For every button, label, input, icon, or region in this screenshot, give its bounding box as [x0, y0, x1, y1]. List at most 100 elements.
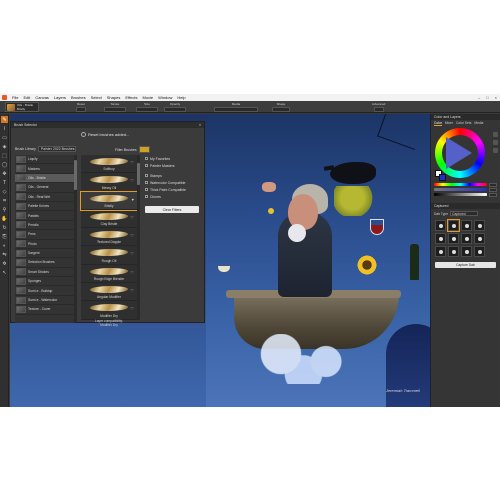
category-item[interactable]: Sumi-e - Buildup	[15, 286, 74, 296]
reset-tool-icon[interactable]	[76, 107, 86, 112]
favorite-icon[interactable]: ♡	[130, 306, 134, 311]
tab-media[interactable]: Media	[474, 121, 483, 125]
category-item[interactable]: Palette Knives	[15, 202, 74, 212]
shape-controls[interactable]	[272, 107, 290, 112]
category-item[interactable]: Sargent	[15, 249, 74, 259]
stroke-selector[interactable]	[104, 107, 126, 112]
category-item[interactable]: Sponges	[15, 277, 74, 287]
variant-item-selected[interactable]: ♥ Bristly	[80, 190, 138, 211]
dab-type-dropdown[interactable]: Captured	[450, 211, 479, 216]
variant-scrollbar[interactable]	[137, 155, 140, 320]
menu-canvas[interactable]: Canvas	[35, 95, 49, 100]
checkbox[interactable]	[145, 164, 148, 167]
tab-color[interactable]: Color	[434, 121, 442, 126]
advanced-controls-icon[interactable]	[373, 107, 384, 112]
shape-icon[interactable]: ◇	[1, 188, 8, 195]
filter-stamps[interactable]: Stamps	[145, 172, 204, 179]
category-item[interactable]: Liquify	[15, 155, 74, 165]
checkbox[interactable]	[145, 181, 148, 184]
favorite-icon[interactable]: ♡	[130, 288, 134, 293]
value-slider[interactable]	[434, 192, 497, 197]
checkbox[interactable]	[145, 157, 148, 160]
variant-item[interactable]: ♡ Rough Edge Blender	[81, 265, 137, 284]
color-wheel[interactable]	[435, 128, 485, 178]
dab-tile[interactable]	[461, 246, 472, 257]
close-icon[interactable]: ×	[495, 95, 497, 100]
dab-tile-selected[interactable]	[447, 219, 460, 232]
dab-tile[interactable]	[461, 220, 472, 231]
library-dropdown[interactable]: Painter 2022 Brushes	[37, 146, 76, 152]
dab-tile[interactable]	[474, 246, 485, 257]
clear-filters-button[interactable]: Clear Filters	[145, 206, 199, 213]
category-item[interactable]: Pencils	[15, 221, 74, 231]
dab-tile[interactable]	[474, 233, 485, 244]
opacity-field[interactable]	[164, 107, 186, 112]
eraser-icon[interactable]: ▭	[1, 134, 8, 141]
secondary-color-swatch[interactable]	[439, 174, 446, 181]
dab-tile[interactable]	[435, 220, 446, 231]
variant-item[interactable]: ♡ Softboy	[81, 155, 137, 174]
value-value[interactable]	[489, 192, 497, 197]
divine-proportion-icon[interactable]: ◐	[1, 242, 8, 249]
dab-tile[interactable]	[435, 246, 446, 257]
category-item[interactable]: Pens	[15, 230, 74, 240]
hue-value[interactable]	[489, 182, 497, 187]
category-item[interactable]: Oils - General	[15, 183, 74, 193]
filter-watercolor[interactable]: Watercolor Compatible	[145, 179, 204, 186]
fill-icon[interactable]: ◈	[1, 143, 8, 150]
dab-tile[interactable]	[461, 233, 472, 244]
category-scrollbar[interactable]	[74, 155, 77, 323]
rotate-icon[interactable]: ↻	[1, 224, 8, 231]
category-item-selected[interactable]: Oils - Bristle	[15, 173, 74, 184]
favorite-icon[interactable]: ♡	[130, 251, 134, 256]
kaleidoscope-icon[interactable]: ✲	[1, 260, 8, 267]
menu-edit[interactable]: Edit	[23, 95, 30, 100]
menu-effects[interactable]: Effects	[125, 95, 137, 100]
favorite-icon[interactable]: ♡	[130, 215, 134, 220]
menu-file[interactable]: File	[12, 95, 18, 100]
favorite-icon[interactable]: ♥	[132, 197, 134, 202]
dab-tile[interactable]	[448, 233, 459, 244]
saturation-triangle[interactable]	[446, 137, 472, 169]
transform-icon[interactable]: ✥	[1, 170, 8, 177]
category-item[interactable]: Selection Brushes	[15, 258, 74, 268]
category-item[interactable]: Texture - Cover	[15, 305, 74, 315]
canvas-artwork[interactable]: Jeremiah Trammell	[206, 114, 430, 407]
menu-shapes[interactable]: Shapes	[107, 95, 121, 100]
brush-selector-button[interactable]: Oils - Bristle Bristly	[5, 102, 39, 112]
swap-colors-icon[interactable]	[493, 148, 498, 153]
checkbox[interactable]	[145, 188, 148, 191]
menu-select[interactable]: Select	[91, 95, 102, 100]
hand-icon[interactable]: ✋	[1, 215, 8, 222]
variant-item[interactable]: ♡ Textured Dapple	[81, 228, 137, 247]
eyedropper-icon[interactable]: ⌇	[1, 125, 8, 132]
category-item[interactable]: Markers	[15, 164, 74, 174]
category-item[interactable]: Oils - Real Wet	[15, 193, 74, 202]
reset-group[interactable]: Reset	[76, 102, 86, 112]
minimize-icon[interactable]: –	[478, 95, 480, 100]
tab-color-sets[interactable]: Color Sets	[456, 121, 471, 125]
crop-icon[interactable]: ⌗	[1, 197, 8, 204]
mirror-icon[interactable]: ⇋	[1, 251, 8, 258]
variant-item[interactable]: ♡ Clay Bristle	[81, 210, 137, 229]
favorite-icon[interactable]: ♡	[130, 160, 134, 165]
dab-tile[interactable]	[448, 246, 459, 257]
color-options-icon[interactable]	[493, 140, 498, 145]
size-field[interactable]	[136, 107, 158, 112]
category-item[interactable]: Smart Strokes	[15, 268, 74, 278]
capture-dab-button[interactable]: Capture Dab	[435, 262, 496, 268]
favorite-icon[interactable]: ♡	[130, 233, 134, 238]
filter-thick-paint[interactable]: Thick Paint Compatible	[145, 186, 204, 193]
variant-item[interactable]: ♡ Rough Oil	[81, 246, 137, 265]
saturation-value[interactable]	[489, 187, 497, 192]
maximize-icon[interactable]: □	[486, 95, 488, 100]
reset-brushes-link[interactable]: Reset brushes added...	[88, 132, 129, 137]
filter-clones[interactable]: Clones	[145, 193, 204, 200]
eyedropper-icon[interactable]	[493, 132, 498, 137]
menu-layers[interactable]: Layers	[54, 95, 66, 100]
menu-help[interactable]: Help	[177, 95, 185, 100]
tab-mixer[interactable]: Mixer	[445, 121, 453, 125]
selection-icon[interactable]: ⬚	[1, 152, 8, 159]
category-item[interactable]: Pastels	[15, 211, 74, 221]
lasso-icon[interactable]: ◯	[1, 161, 8, 168]
